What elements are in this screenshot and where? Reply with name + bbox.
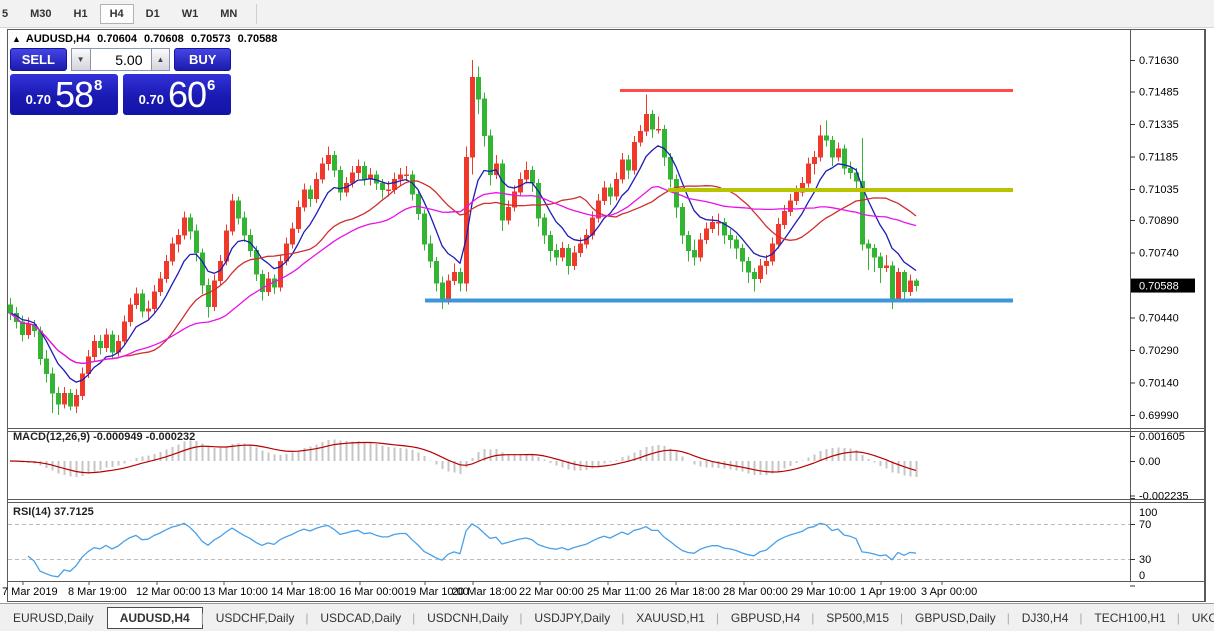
svg-text:26 Mar 18:00: 26 Mar 18:00: [655, 586, 720, 598]
svg-text:0.70290: 0.70290: [1139, 345, 1179, 357]
svg-text:22 Mar 00:00: 22 Mar 00:00: [519, 586, 584, 598]
volume-input[interactable]: [91, 48, 151, 71]
svg-text:0.70140: 0.70140: [1139, 378, 1179, 390]
svg-text:12 Mar 00:00: 12 Mar 00:00: [136, 586, 201, 598]
svg-text:0.00: 0.00: [1139, 456, 1160, 468]
caret-down-icon: ▼: [77, 55, 85, 64]
buy-button[interactable]: BUY: [174, 48, 231, 71]
svg-text:13 Mar 10:00: 13 Mar 10:00: [203, 586, 268, 598]
chart-symbol-label: AUDUSD,H4: [26, 33, 90, 45]
svg-text:8 Mar 19:00: 8 Mar 19:00: [68, 586, 127, 598]
sell-price-base: 0.70: [26, 92, 51, 107]
rsi-indicator-label: RSI(14) 37.7125: [13, 506, 94, 518]
one-click-trading-panel: SELL ▼ ▲ BUY 0.70 58 8 0.70 60 6: [10, 48, 231, 115]
svg-text:29 Mar 10:00: 29 Mar 10:00: [791, 586, 856, 598]
svg-text:7 Mar 2019: 7 Mar 2019: [2, 586, 58, 598]
svg-text:0.69990: 0.69990: [1139, 410, 1179, 422]
sell-button[interactable]: SELL: [10, 48, 67, 71]
svg-text:0.71335: 0.71335: [1139, 119, 1179, 131]
direction-up-icon: ▲: [12, 34, 21, 44]
buy-price-pipette: 6: [207, 77, 215, 94]
ohlc-low: 0.70573: [191, 33, 231, 45]
svg-text:0.71185: 0.71185: [1139, 151, 1178, 163]
svg-text:1 Apr 19:00: 1 Apr 19:00: [860, 586, 916, 598]
svg-text:28 Mar 00:00: 28 Mar 00:00: [723, 586, 788, 598]
buy-price-base: 0.70: [139, 92, 164, 107]
svg-text:14 Mar 18:00: 14 Mar 18:00: [271, 586, 336, 598]
svg-text:70: 70: [1139, 519, 1151, 531]
svg-text:16 Mar 00:00: 16 Mar 00:00: [339, 586, 404, 598]
caret-up-icon: ▲: [156, 55, 164, 64]
buy-price-pips: 60: [168, 77, 206, 113]
sell-quote-tile[interactable]: 0.70 58 8: [10, 74, 118, 115]
sell-price-pips: 58: [55, 77, 93, 113]
volume-increase-button[interactable]: ▲: [151, 48, 171, 71]
svg-text:0.70740: 0.70740: [1139, 248, 1179, 260]
svg-text:0.70440: 0.70440: [1139, 313, 1179, 325]
svg-text:100: 100: [1139, 507, 1157, 519]
sell-price-pipette: 8: [94, 77, 102, 94]
svg-text:0.70890: 0.70890: [1139, 215, 1179, 227]
ohlc-open: 0.70604: [97, 33, 137, 45]
svg-text:0.71485: 0.71485: [1139, 86, 1179, 98]
svg-text:0: 0: [1139, 570, 1145, 582]
buy-quote-tile[interactable]: 0.70 60 6: [123, 74, 231, 115]
chart-title: ▲ AUDUSD,H4 0.70604 0.70608 0.70573 0.705…: [12, 33, 281, 45]
svg-text:0.70588: 0.70588: [1139, 281, 1179, 293]
svg-text:30: 30: [1139, 554, 1151, 566]
svg-text:0.71035: 0.71035: [1139, 184, 1179, 196]
svg-text:20 Mar 18:00: 20 Mar 18:00: [452, 586, 517, 598]
mt4-terminal: { "toolbar": {"timeframes": ["5", "M30",…: [0, 0, 1214, 630]
ohlc-close: 0.70588: [238, 33, 278, 45]
svg-text:3 Apr 00:00: 3 Apr 00:00: [921, 586, 977, 598]
svg-text:-0.002235: -0.002235: [1139, 491, 1189, 503]
ohlc-high: 0.70608: [144, 33, 184, 45]
volume-decrease-button[interactable]: ▼: [71, 48, 91, 71]
svg-text:0.71630: 0.71630: [1139, 55, 1179, 67]
macd-indicator-label: MACD(12,26,9) -0.000949 -0.000232: [13, 431, 195, 443]
svg-text:25 Mar 11:00: 25 Mar 11:00: [587, 586, 651, 598]
svg-text:0.001605: 0.001605: [1139, 431, 1185, 443]
